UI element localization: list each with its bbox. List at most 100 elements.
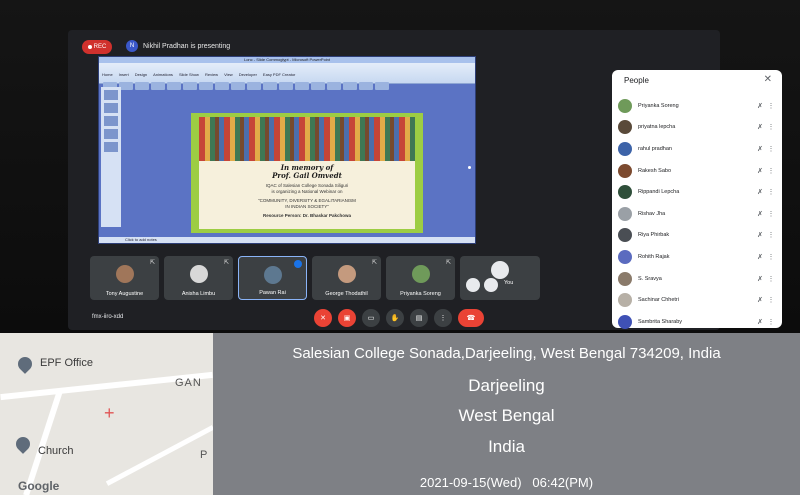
map-label-epf: EPF Office: [40, 357, 93, 369]
participant-tile[interactable]: ⇱ Anisha Limbu: [164, 256, 233, 300]
ribbon-tab: Insert: [118, 72, 129, 77]
avatar: [618, 141, 632, 156]
self-label: You: [504, 280, 514, 286]
present-button[interactable]: ▤: [410, 309, 428, 327]
map-label-gan: GAN: [175, 377, 202, 389]
slide-text-5: Resource Person: Dr. Bhaskar Pakchowa: [262, 213, 352, 218]
more-vert-icon[interactable]: ⋮: [766, 253, 776, 261]
more-vert-icon[interactable]: ⋮: [766, 318, 776, 326]
mic-off-icon: ✗: [757, 145, 763, 153]
meet-screen: REC N Nikhil Pradhan is presenting Lonc …: [68, 30, 782, 330]
more-vert-icon[interactable]: ⋮: [766, 123, 776, 131]
more-vert-icon[interactable]: ⋮: [766, 188, 776, 196]
mic-off-icon: ✗: [757, 102, 763, 110]
mic-off-button[interactable]: ✕: [314, 309, 332, 327]
list-item[interactable]: Rohith Rajak ✗ ⋮: [618, 246, 776, 268]
self-tile[interactable]: You: [460, 256, 540, 300]
ribbon-tab: Developer: [238, 72, 257, 77]
list-item[interactable]: Rishav Jha ✗ ⋮: [618, 203, 776, 225]
mic-off-icon: ✗: [757, 232, 763, 240]
more-vert-icon[interactable]: ⋮: [766, 231, 776, 239]
tile-name: Anisha Limbu: [181, 291, 216, 297]
list-item[interactable]: Priyanka Soreng ✗ ⋮: [618, 95, 776, 117]
list-item[interactable]: Sambrita Sharaby ✗ ⋮: [618, 311, 776, 333]
shared-powerpoint-window: Lonc - Slide Commoglypt - Microsoft Powe…: [98, 56, 476, 244]
camera-off-button[interactable]: ▣: [338, 309, 356, 327]
participant-name: Rippandi Lepcha: [638, 189, 680, 196]
list-item[interactable]: rahul pradhan ✗ ⋮: [618, 138, 776, 160]
pin-icon[interactable]: ⇱: [446, 259, 451, 266]
more-vert-icon[interactable]: ⋮: [766, 145, 776, 153]
participant-name: Rakesh Sabo: [638, 167, 672, 174]
mic-off-icon: ✗: [757, 124, 763, 132]
folk-art-illustration: [199, 117, 415, 161]
more-vert-icon[interactable]: ⋮: [766, 167, 776, 175]
presenter-banner: N Nikhil Pradhan is presenting: [126, 40, 230, 52]
more-vert-icon[interactable]: ⋮: [766, 275, 776, 283]
avatar: [618, 163, 632, 178]
avatar: [618, 98, 632, 113]
avatar: [618, 293, 632, 308]
notes-pane[interactable]: Click to add notes: [99, 237, 475, 243]
map-label-church: Church: [38, 445, 74, 457]
participant-name: Riya Phirbak: [638, 232, 670, 239]
list-item[interactable]: Riya Phirbak ✗ ⋮: [618, 225, 776, 247]
mic-off-icon: ✗: [757, 297, 763, 305]
mic-icon[interactable]: [466, 278, 480, 292]
location-map: EPF Office GAN + Church P Google: [0, 333, 213, 495]
laptop-frame: REC N Nikhil Pradhan is presenting Lonc …: [0, 0, 800, 333]
mic-off-icon: ✗: [757, 253, 763, 261]
pin-icon[interactable]: ⇱: [372, 259, 377, 266]
captions-button[interactable]: ▭: [362, 309, 380, 327]
ribbon-buttons: [99, 81, 475, 91]
state-line: West Bengal: [458, 406, 555, 425]
address-line: Salesian College Sonada,Darjeeling, West…: [292, 345, 721, 362]
raise-hand-button[interactable]: ✋: [386, 309, 404, 327]
map-road: [105, 425, 213, 486]
mouse-cursor: [468, 166, 471, 169]
slide-thumbnails: [101, 87, 121, 227]
list-item[interactable]: Rakesh Sabo ✗ ⋮: [618, 160, 776, 182]
pin-icon[interactable]: ⇱: [150, 259, 155, 266]
participant-tile[interactable]: ⇱ Tony Augustine: [90, 256, 159, 300]
more-vert-icon[interactable]: ⋮: [766, 296, 776, 304]
participant-name: Rohith Rajak: [638, 253, 670, 260]
slide-text-2: is organizing a National Webinar on: [271, 189, 343, 194]
pin-icon[interactable]: ⇱: [224, 259, 229, 266]
google-logo: Google: [18, 479, 60, 493]
more-icon[interactable]: [484, 278, 498, 292]
avatar: [411, 265, 430, 283]
avatar: [618, 120, 632, 135]
participant-tile[interactable]: ⇱ Priyanka Soreng: [386, 256, 455, 300]
more-vert-icon[interactable]: ⋮: [766, 210, 776, 218]
list-item[interactable]: priyatna lepcha ✗ ⋮: [618, 117, 776, 139]
ribbon-tab: Animations: [153, 72, 173, 77]
more-options-button[interactable]: ⋮: [434, 309, 452, 327]
end-call-button[interactable]: ☎: [458, 309, 484, 327]
city-line: Darjeeling: [468, 376, 545, 395]
slide-poster: In memory of Prof. Gail Omvedt IQAC of S…: [199, 117, 415, 229]
list-item[interactable]: Rippandi Lepcha ✗ ⋮: [618, 181, 776, 203]
close-icon[interactable]: ✕: [764, 74, 772, 85]
participant-name: Sambrita Sharaby: [638, 318, 683, 325]
avatar: [115, 265, 134, 283]
geotag-overlay: Salesian College Sonada,Darjeeling, West…: [213, 333, 800, 495]
timestamp-line: 2021-09-15(Wed) 06:42(PM): [419, 475, 594, 490]
map-label-p: P: [200, 449, 208, 461]
participant-list: Priyanka Soreng ✗ ⋮ priyatna lepcha ✗ ⋮ rahu…: [618, 95, 776, 333]
participant-name: Rishav Jha: [638, 210, 666, 217]
list-item[interactable]: S. Sravya ✗ ⋮: [618, 268, 776, 290]
participant-tile[interactable]: Pawan Rai: [238, 256, 307, 300]
record-dot-icon: [87, 45, 92, 49]
ppt-ribbon: Home Insert Design Animations Slide Show Revi…: [99, 63, 475, 90]
participant-name: rahul pradhan: [638, 145, 672, 152]
participant-tiles: ⇱ Tony Augustine ⇱ Anisha Limbu Pawan Ra…: [90, 256, 540, 300]
more-vert-icon[interactable]: ⋮: [766, 102, 776, 110]
tile-name: Priyanka Soreng: [400, 291, 441, 297]
mic-off-icon: ✗: [757, 167, 763, 175]
ribbon-tab: Design: [134, 72, 148, 77]
slide-honoree: Prof. Gail Omvedt: [272, 171, 342, 180]
list-item[interactable]: Sachinar Chhetri ✗ ⋮: [618, 289, 776, 311]
tile-name: Tony Augustine: [105, 291, 144, 297]
participant-tile[interactable]: ⇱ George Thodathil: [312, 256, 381, 300]
